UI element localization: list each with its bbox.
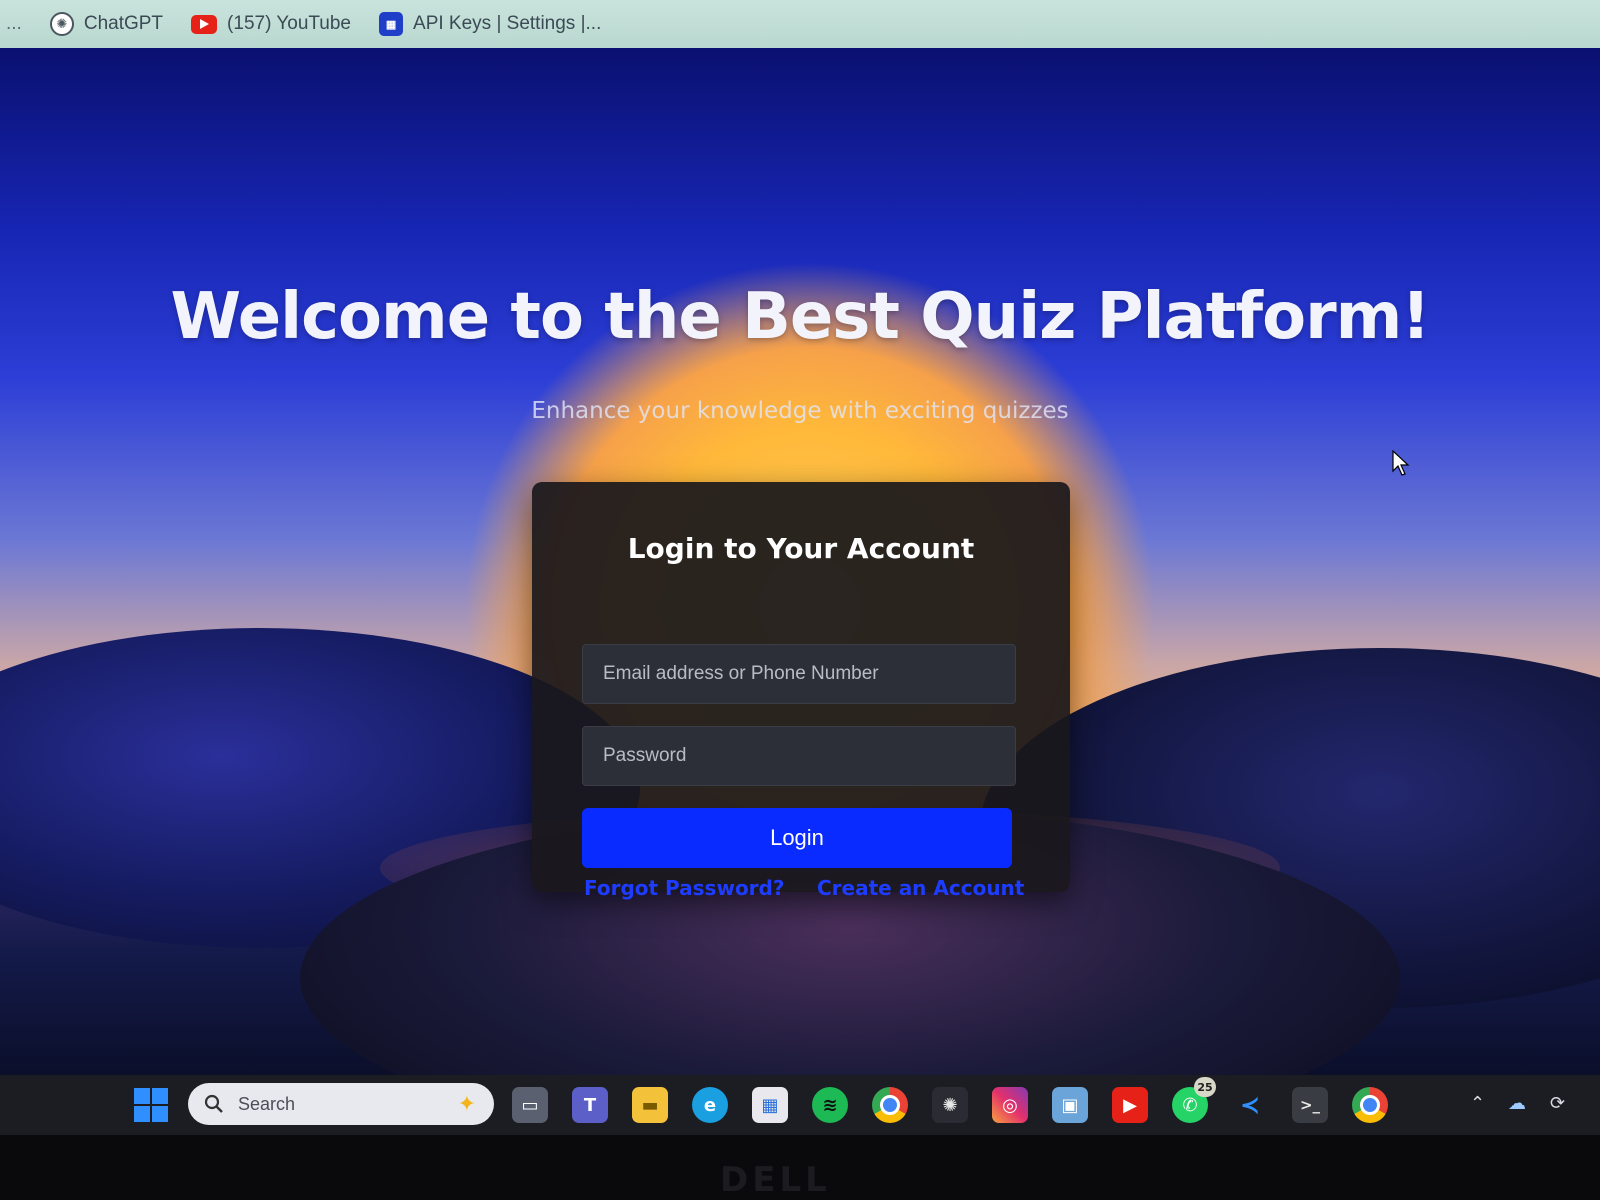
search-placeholder: Search	[238, 1093, 296, 1114]
youtube-app-icon[interactable]: ▶	[1112, 1087, 1148, 1123]
chrome-center-icon	[1360, 1095, 1380, 1115]
brand-logo: DELL	[720, 1160, 831, 1200]
windows-icon-part	[134, 1106, 150, 1122]
search-icon	[204, 1094, 223, 1113]
bookmark-chatgpt[interactable]: ✺ ChatGPT	[49, 12, 164, 36]
forgot-password-link[interactable]: Forgot Password?	[584, 876, 784, 900]
vscode-icon[interactable]: ≺	[1232, 1087, 1268, 1123]
copilot-sparkle-icon: ✦	[457, 1091, 476, 1116]
photos-icon[interactable]: ▣	[1052, 1087, 1088, 1123]
instagram-icon[interactable]: ◎	[992, 1087, 1028, 1123]
bookmarks-more[interactable]: ...	[6, 13, 22, 35]
notification-badge: 25	[1194, 1077, 1216, 1097]
chevron-up-icon[interactable]: ⌃	[1470, 1093, 1485, 1114]
password-field[interactable]	[582, 726, 1016, 786]
sync-icon[interactable]: ⟳	[1550, 1093, 1565, 1114]
screen: ... ✺ ChatGPT (157) YouTube ▦ API Keys |…	[0, 0, 1600, 1200]
bookmark-youtube[interactable]: (157) YouTube	[191, 13, 351, 35]
bookmark-label: (157) YouTube	[227, 13, 352, 34]
start-button[interactable]	[133, 1087, 169, 1123]
page-title: Welcome to the Best Quiz Platform!	[170, 280, 1430, 354]
login-card: Login to Your Account Login Forgot Passw…	[532, 482, 1070, 900]
spotify-icon[interactable]: ≋	[812, 1087, 848, 1123]
email-field[interactable]	[582, 644, 1016, 704]
bookmark-api-keys[interactable]: ▦ API Keys | Settings |...	[379, 12, 601, 36]
windows-icon-part	[152, 1106, 168, 1122]
terminal-icon[interactable]: >_	[1292, 1087, 1328, 1123]
bookmarks-bar: ... ✺ ChatGPT (157) YouTube ▦ API Keys |…	[0, 0, 1600, 48]
file-explorer-icon[interactable]: ▬	[632, 1087, 668, 1123]
mouse-cursor-icon	[1392, 450, 1410, 476]
youtube-icon	[191, 14, 218, 34]
chatgpt-icon: ✺	[49, 12, 74, 36]
task-view-icon[interactable]: ▭	[512, 1087, 548, 1123]
chatgpt-app-icon[interactable]: ✺	[932, 1087, 968, 1123]
windows-icon-part	[134, 1088, 150, 1104]
page-subtitle: Enhance your knowledge with exciting qui…	[531, 398, 1069, 424]
login-button[interactable]: Login	[582, 808, 1012, 868]
edge-icon[interactable]: e	[692, 1087, 728, 1123]
chrome-profile-icon[interactable]	[1352, 1087, 1388, 1123]
bookmark-label: ChatGPT	[83, 13, 164, 34]
create-account-link[interactable]: Create an Account	[817, 876, 1024, 900]
whatsapp-icon[interactable]: ✆ 25	[1172, 1077, 1216, 1123]
teams-icon[interactable]: T	[572, 1087, 608, 1123]
bookmark-label: API Keys | Settings |...	[413, 13, 602, 34]
chrome-center-icon	[880, 1095, 900, 1115]
onedrive-icon[interactable]: ☁	[1508, 1093, 1526, 1114]
login-page: Welcome to the Best Quiz Platform! Enhan…	[0, 48, 1600, 1075]
store-icon[interactable]: ▦	[752, 1087, 788, 1123]
login-title: Login to Your Account	[627, 532, 975, 565]
taskbar: Search ✦ ▭ T ▬ e ▦ ≋ ✺ ◎ ▣ ▶ ✆ 25 ≺ >_ ⌃…	[0, 1075, 1600, 1135]
taskbar-search[interactable]: Search ✦	[188, 1083, 494, 1125]
api-keys-icon: ▦	[379, 12, 404, 36]
windows-icon-part	[152, 1088, 168, 1104]
chrome-icon[interactable]	[872, 1087, 908, 1123]
